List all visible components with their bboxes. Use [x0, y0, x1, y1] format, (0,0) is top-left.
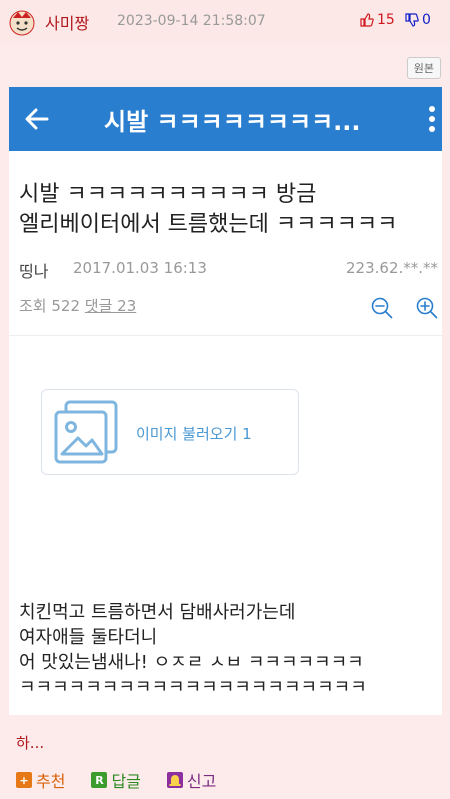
image-icon	[54, 400, 118, 464]
embedded-screenshot: 시발 ㅋㅋㅋㅋㅋㅋㅋㅋ... 시발 ㅋㅋㅋㅋㅋㅋㅋㅋㅋㅋ 방금 엘리베이터에서 …	[9, 87, 442, 715]
recommend-label: 추천	[36, 772, 66, 791]
downvote-button[interactable]: 0	[405, 12, 431, 28]
avatar-icon[interactable]	[9, 10, 35, 36]
image-placeholder: 이미지 불러오기 1	[41, 389, 299, 475]
post-title: 시발 ㅋㅋㅋㅋㅋㅋㅋㅋㅋㅋ 방금 엘리베이터에서 트름했는데 ㅋㅋㅋㅋㅋㅋ	[19, 180, 397, 240]
post-body-line: ㅋㅋㅋㅋㅋㅋㅋㅋㅋㅋㅋㅋㅋㅋㅋㅋㅋㅋㅋㅋㅋ	[19, 677, 367, 698]
post-title-line: 엘리베이터에서 트름했는데 ㅋㅋㅋㅋㅋㅋ	[19, 212, 398, 237]
reply-icon: R	[91, 772, 108, 788]
back-arrow-icon	[25, 108, 49, 130]
post-author: 띵나	[19, 262, 49, 281]
author-name[interactable]: 사미짱	[45, 10, 89, 34]
comments-count: 댓글 23	[84, 297, 137, 315]
upvote-button[interactable]: 15	[360, 12, 395, 28]
report-button[interactable]: 신고	[166, 768, 217, 792]
post-stats: 조회 522 댓글 23	[19, 295, 136, 316]
views-count: 조회 522	[19, 297, 80, 315]
reply-button[interactable]: R 답글	[91, 768, 141, 792]
zoom-out-icon	[371, 297, 393, 319]
plus-icon: +	[16, 772, 32, 788]
action-bar: + 추천 R 답글 신고	[16, 768, 242, 792]
app-bar-title: 시발 ㅋㅋㅋㅋㅋㅋㅋㅋ...	[104, 108, 361, 136]
post-body-line: 어 맛있는냄새나! ㅇㅈㄹ ㅅㅂ ㅋㅋㅋㅋㅋㅋㅋ	[19, 652, 364, 673]
more-vert-icon	[429, 106, 435, 132]
app-bar: 시발 ㅋㅋㅋㅋㅋㅋㅋㅋ...	[9, 87, 442, 151]
post-body-line: 여자애들 둘타더니	[19, 627, 158, 648]
alarm-bell-icon	[166, 772, 183, 788]
zoom-in-icon	[416, 297, 438, 319]
post-timestamp: 2023-09-14 21:58:07	[117, 13, 266, 29]
downvote-count: 0	[422, 12, 431, 28]
thumbs-down-icon	[405, 13, 419, 27]
image-load-label: 이미지 불러오기 1	[136, 425, 252, 443]
post-header: 사미짱 2023-09-14 21:58:07 15 0	[0, 0, 450, 44]
divider	[9, 335, 442, 336]
recommend-button[interactable]: + 추천	[16, 768, 65, 792]
post-date: 2017.01.03 16:13	[73, 259, 207, 277]
original-image-button[interactable]: 원본	[406, 57, 441, 79]
thumbs-up-icon	[360, 13, 374, 27]
report-label: 신고	[186, 772, 217, 791]
post-ip: 223.62.**.**	[346, 259, 439, 277]
post-body: 치킨먹고 트름하면서 담배사러가는데 여자애들 둘타더니 어 맛있는냄새나! ㅇ…	[19, 600, 367, 700]
comment-text: 하...	[16, 734, 45, 752]
post-body-line: 치킨먹고 트름하면서 담배사러가는데	[19, 602, 296, 623]
upvote-count: 15	[377, 12, 395, 28]
post-title-line: 시발 ㅋㅋㅋㅋㅋㅋㅋㅋㅋㅋ 방금	[19, 182, 317, 207]
reply-label: 답글	[111, 772, 141, 791]
